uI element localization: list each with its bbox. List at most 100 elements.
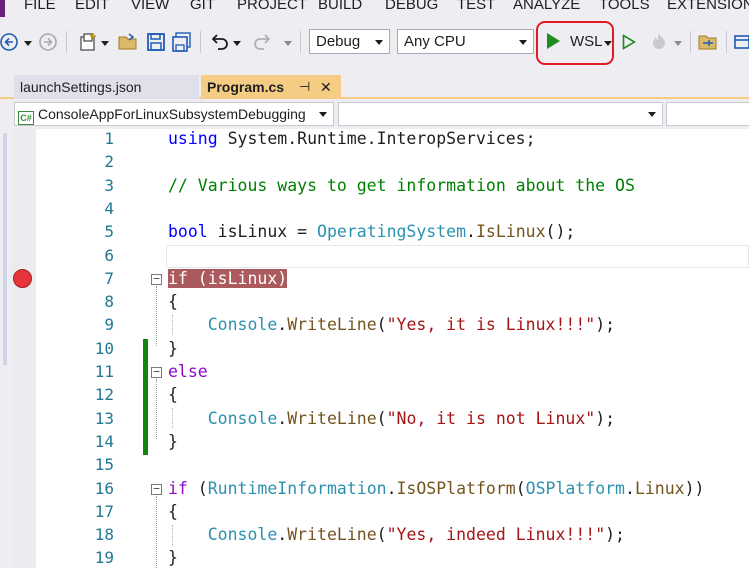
code-text: if (isLinux) bbox=[168, 267, 288, 290]
tab-label: launchSettings.json bbox=[20, 79, 142, 95]
code-token: if bbox=[168, 478, 188, 498]
code-text: { bbox=[168, 290, 178, 313]
menu-view[interactable]: VIEW bbox=[131, 0, 169, 13]
line-number: 1 bbox=[104, 129, 114, 148]
close-tab-icon[interactable]: ✕ bbox=[320, 75, 332, 99]
code-text: Console.WriteLine("No, it is not Linux")… bbox=[168, 407, 615, 430]
menu-extensions[interactable]: EXTENSIONS bbox=[667, 0, 749, 13]
new-item-dropdown-icon[interactable] bbox=[100, 39, 110, 47]
code-token: { bbox=[168, 292, 178, 312]
code-token: . bbox=[386, 478, 397, 498]
menu-git[interactable]: GIT bbox=[190, 0, 215, 13]
visual-studio-logo[interactable] bbox=[0, 0, 5, 17]
code-line[interactable]: 17 { bbox=[0, 500, 749, 523]
code-line[interactable]: 3 // Various ways to get information abou… bbox=[0, 174, 749, 197]
code-line[interactable]: 15 bbox=[0, 453, 749, 476]
chevron-down-icon bbox=[648, 112, 656, 117]
menu-build[interactable]: BUILD bbox=[318, 0, 362, 13]
pin-tab-icon[interactable]: ⊣ bbox=[299, 75, 310, 99]
platform-dropdown[interactable]: Any CPU bbox=[397, 29, 534, 54]
hot-reload-dropdown-icon[interactable] bbox=[673, 39, 683, 47]
save-all-icon[interactable] bbox=[171, 31, 193, 53]
code-line[interactable]: 11 else bbox=[0, 360, 749, 383]
code-token: Console bbox=[207, 408, 278, 428]
menu-project[interactable]: PROJECT bbox=[237, 0, 307, 13]
standard-toolbar: Debug Any CPU WSL bbox=[0, 17, 749, 67]
project-dropdown[interactable]: C# ConsoleAppForLinuxSubsystemDebugging bbox=[14, 102, 334, 126]
new-item-icon[interactable] bbox=[78, 31, 100, 53]
scope-dropdown[interactable] bbox=[666, 102, 749, 126]
code-token: "Yes, indeed Linux!!!" bbox=[386, 525, 606, 545]
code-editor[interactable]: − − − 1 using System.Runtime.InteropServi… bbox=[0, 129, 749, 568]
back-arrow-icon[interactable] bbox=[0, 32, 20, 52]
code-text: } bbox=[168, 430, 178, 453]
menu-file[interactable]: FILE bbox=[24, 0, 56, 13]
code-token: ( bbox=[376, 525, 387, 545]
menu-edit[interactable]: EDIT bbox=[75, 0, 109, 13]
code-line[interactable]: 7 if (isLinux) bbox=[0, 267, 749, 290]
save-icon[interactable] bbox=[145, 31, 167, 53]
code-token: if (isLinux) bbox=[168, 268, 288, 288]
code-text: // Various ways to get information about… bbox=[168, 174, 635, 197]
code-line[interactable]: 2 bbox=[0, 150, 749, 173]
tab-label: Program.cs bbox=[207, 79, 285, 95]
member-dropdown[interactable] bbox=[338, 102, 663, 126]
redo-icon[interactable] bbox=[252, 31, 274, 53]
configuration-dropdown[interactable]: Debug bbox=[309, 29, 390, 54]
chevron-down-icon bbox=[375, 40, 383, 45]
code-line[interactable]: 14} bbox=[0, 430, 749, 453]
code-token: ( bbox=[187, 478, 208, 498]
code-token: "Yes, it is Linux!!!" bbox=[386, 315, 596, 335]
forward-arrow-icon[interactable] bbox=[38, 32, 58, 52]
line-number: 13 bbox=[94, 408, 114, 428]
open-folder-icon[interactable] bbox=[117, 31, 139, 53]
code-line[interactable]: 5 bool isLinux = OperatingSystem.IsLinux(… bbox=[0, 220, 749, 243]
code-line[interactable]: 4 bbox=[0, 197, 749, 220]
code-line[interactable]: 19} bbox=[0, 546, 749, 568]
back-dropdown-icon[interactable] bbox=[23, 39, 33, 47]
code-token: Console bbox=[207, 315, 278, 335]
code-token: using bbox=[168, 129, 218, 148]
code-line[interactable]: 13 Console.WriteLine("No, it is not Linu… bbox=[0, 407, 749, 430]
undo-icon[interactable] bbox=[208, 31, 230, 53]
menu-debug[interactable]: DEBUG bbox=[385, 0, 438, 13]
code-token: } bbox=[168, 548, 178, 568]
code-token: ( bbox=[515, 478, 526, 498]
code-token: ( bbox=[376, 408, 387, 428]
code-line[interactable]: 16 if (RuntimeInformation.IsOSPlatform(OS… bbox=[0, 477, 749, 500]
code-line[interactable]: 9 Console.WriteLine("Yes, it is Linux!!!… bbox=[0, 313, 749, 336]
platform-value: Any CPU bbox=[404, 33, 466, 50]
code-line[interactable]: 1 using System.Runtime.InteropServices; bbox=[0, 127, 749, 150]
code-token: } bbox=[168, 431, 178, 451]
code-text: Console.WriteLine("Yes, indeed Linux!!!"… bbox=[168, 523, 625, 546]
code-token: // Various ways to get information about… bbox=[168, 175, 635, 195]
menu-test[interactable]: TEST bbox=[457, 0, 495, 13]
hot-reload-icon[interactable] bbox=[648, 30, 670, 52]
project-name: ConsoleAppForLinuxSubsystemDebugging bbox=[38, 106, 306, 122]
code-line[interactable]: 18 Console.WriteLine("Yes, indeed Linux!… bbox=[0, 523, 749, 546]
code-token: System.Runtime.InteropServices; bbox=[217, 129, 536, 148]
code-token: bool bbox=[168, 222, 208, 242]
window-layout-icon[interactable] bbox=[732, 31, 749, 53]
line-number: 5 bbox=[104, 222, 114, 242]
code-line[interactable]: 6 bbox=[0, 244, 749, 267]
line-number: 14 bbox=[94, 431, 114, 451]
undo-dropdown-icon[interactable] bbox=[232, 39, 242, 47]
solution-explorer-icon[interactable] bbox=[697, 31, 719, 53]
menu-analyze[interactable]: ANALYZE bbox=[513, 0, 580, 13]
code-token: ); bbox=[595, 315, 616, 335]
chevron-down-icon bbox=[519, 40, 527, 45]
code-line[interactable]: 12 { bbox=[0, 383, 749, 406]
code-line[interactable]: 10} bbox=[0, 337, 749, 360]
code-token: Console bbox=[207, 525, 278, 545]
menu-tools[interactable]: TOOLS bbox=[599, 0, 650, 13]
redo-dropdown-icon[interactable] bbox=[283, 39, 293, 47]
line-number: 19 bbox=[94, 548, 114, 568]
code-line[interactable]: 8{ bbox=[0, 290, 749, 313]
code-token: IsOSPlatform bbox=[396, 478, 516, 498]
tab-launch-settings[interactable]: launchSettings.json bbox=[14, 75, 199, 99]
line-number: 8 bbox=[104, 292, 114, 312]
line-number: 9 bbox=[104, 315, 114, 335]
code-token: WriteLine bbox=[287, 315, 377, 335]
start-without-debugging-icon[interactable] bbox=[620, 31, 638, 53]
